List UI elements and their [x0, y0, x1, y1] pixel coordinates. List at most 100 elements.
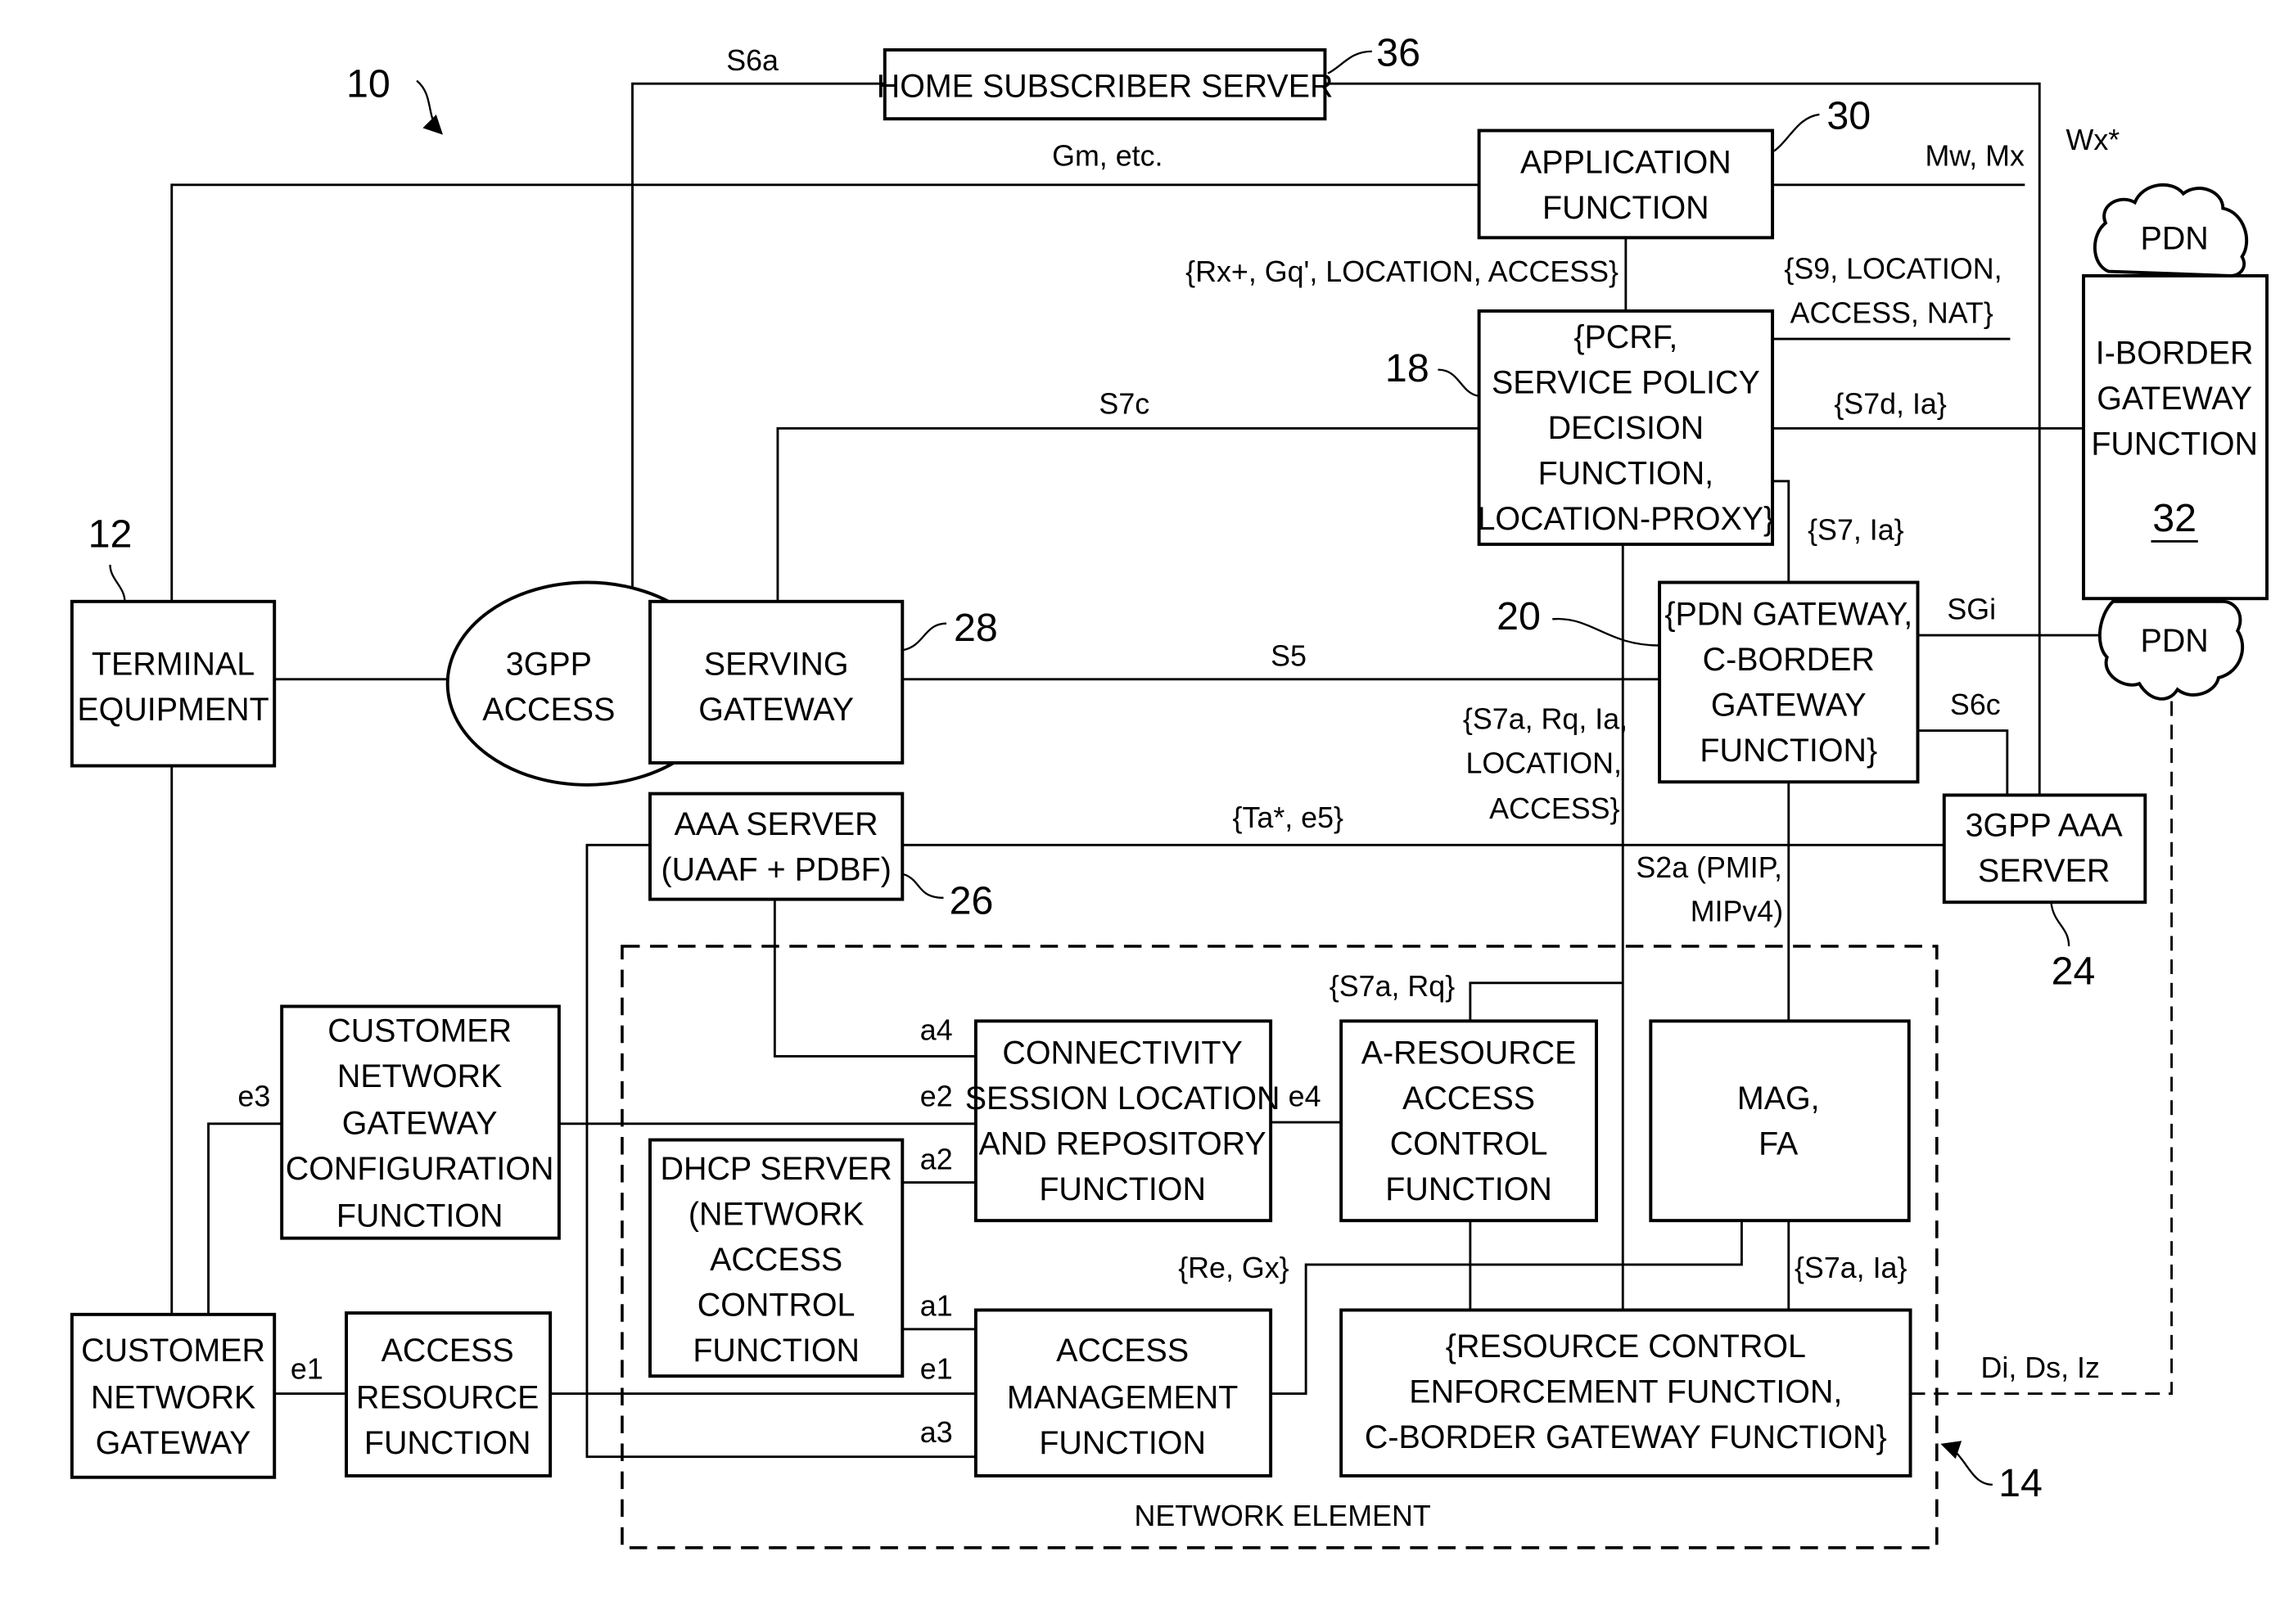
label-a4: a4: [920, 1014, 953, 1047]
box-label: MANAGEMENT: [1007, 1380, 1238, 1416]
ref-12-leader: [109, 564, 126, 602]
ref-36: 36: [1376, 31, 1420, 75]
ref-number-32: 32: [2152, 496, 2196, 540]
label-ta-e5: {Ta*, e5}: [1233, 801, 1344, 834]
link-di-ds-iz: [1910, 670, 2173, 1396]
ref-14: 14: [1998, 1461, 2043, 1505]
ref-30-leader: [1773, 113, 1820, 152]
box-label: DECISION: [1548, 410, 1704, 446]
ref-28-leader: [903, 622, 947, 652]
box-label: I-BORDER: [2096, 335, 2254, 371]
box-label: EQUIPMENT: [77, 692, 269, 728]
ref-18: 18: [1385, 346, 1429, 390]
label-s7d: {S7d, Ia}: [1834, 387, 1947, 420]
box-label: GATEWAY: [698, 692, 854, 728]
terminal-equipment-box[interactable]: TERMINAL EQUIPMENT: [70, 599, 277, 768]
access-resource-function-box[interactable]: ACCESS RESOURCE FUNCTION: [345, 1311, 553, 1477]
label-s6c: S6c: [1950, 688, 2001, 721]
box-label: SERVING: [704, 646, 849, 682]
ref-24-leader: [2050, 903, 2070, 947]
pdn-cloud-top[interactable]: PDN: [2093, 183, 2249, 277]
pdn-gateway-box[interactable]: {PDN GATEWAY, C-BORDER GATEWAY FUNCTION}: [1658, 580, 1920, 784]
i-border-gateway-box[interactable]: I-BORDER GATEWAY FUNCTION 32: [2082, 273, 2269, 601]
box-label: FUNCTION: [1385, 1171, 1552, 1207]
label-e1-inner: e1: [920, 1353, 953, 1386]
label-di-ds-iz: Di, Ds, Iz: [1981, 1351, 2100, 1384]
label-re-gx: {Re, Gx}: [1178, 1252, 1289, 1284]
box-label: FUNCTION: [1542, 190, 1709, 226]
box-label: CONTROL: [698, 1288, 856, 1324]
box-label: C-BORDER: [1703, 642, 1875, 678]
link-gm: [170, 183, 1479, 602]
label-a1: a1: [920, 1290, 953, 1323]
box-label: {PCRF,: [1573, 319, 1677, 355]
box-label: 3GPP AAA: [1966, 808, 2124, 844]
box-label: ACCESS: [382, 1333, 514, 1369]
aaa-server-box[interactable]: AAA SERVER (UAAF + PDBF): [648, 792, 905, 901]
home-subscriber-server-box[interactable]: HOME SUBSCRIBER SERVER: [877, 47, 1334, 121]
label-s7: {S7, Ia}: [1808, 514, 1904, 547]
ref-24: 24: [2052, 950, 2096, 994]
label-rx: {Rx+, Gq', LOCATION, ACCESS}: [1185, 255, 1619, 288]
link-s7a-rq: [1469, 981, 1623, 1022]
ref-14-arrow: [1940, 1441, 1993, 1486]
box-label: C-BORDER GATEWAY FUNCTION}: [1365, 1419, 1887, 1455]
cngcf-box[interactable]: CUSTOMER NETWORK GATEWAY CONFIGURATION F…: [280, 1004, 561, 1240]
label-s5: S5: [1271, 640, 1307, 673]
box-label: (UAAF + PDBF): [661, 851, 891, 887]
box-label: NETWORK: [91, 1380, 255, 1416]
box-label: FUNCTION,: [1538, 455, 1714, 491]
box-label: SESSION LOCATION: [965, 1080, 1280, 1116]
label-s2a-2: MIPv4): [1691, 895, 1783, 928]
box-label: ACCESS: [1056, 1333, 1189, 1369]
box-label: (NETWORK: [689, 1197, 865, 1233]
box-label: APPLICATION: [1520, 144, 1731, 180]
label-s7a-rq-ia-2: LOCATION,: [1465, 747, 1621, 780]
pdn-label: PDN: [2141, 623, 2209, 659]
box-label: FUNCTION: [1039, 1425, 1206, 1461]
box-label: FUNCTION: [1039, 1171, 1206, 1207]
ref-10: 10: [346, 61, 391, 106]
box-label: FUNCTION: [364, 1425, 531, 1461]
label-s7a-rq: {S7a, Rq}: [1330, 970, 1455, 1003]
box-label: FUNCTION: [336, 1198, 503, 1234]
dhcp-server-box[interactable]: DHCP SERVER (NETWORK ACCESS CONTROL FUNC…: [648, 1138, 905, 1378]
box-label: SERVER: [1978, 853, 2110, 889]
access-management-function-box[interactable]: ACCESS MANAGEMENT FUNCTION: [973, 1308, 1273, 1477]
mag-fa-box[interactable]: MAG, FA: [1649, 1019, 1911, 1223]
box-label: ACCESS: [482, 692, 615, 728]
ref-18-leader: [1438, 368, 1479, 398]
label-e2: e2: [920, 1080, 953, 1112]
box-label: CUSTOMER: [81, 1333, 265, 1369]
3gpp-aaa-server-box[interactable]: 3GPP AAA SERVER: [1942, 793, 2147, 904]
box-label: GATEWAY: [96, 1425, 251, 1461]
ref-10-arrow: [416, 79, 444, 135]
serving-gateway-box[interactable]: SERVING GATEWAY: [648, 599, 905, 765]
box-label: TERMINAL: [92, 646, 255, 682]
rcef-box[interactable]: {RESOURCE CONTROL ENFORCEMENT FUNCTION, …: [1339, 1308, 1912, 1477]
box-label: CONTROL: [1390, 1126, 1548, 1162]
box-label: GATEWAY: [342, 1105, 498, 1141]
box-label: FUNCTION: [2091, 426, 2258, 462]
pdn-cloud-middle[interactable]: PDN: [2097, 599, 2245, 701]
label-gm: Gm, etc.: [1052, 140, 1163, 173]
box-label: DHCP SERVER: [661, 1151, 892, 1187]
link-s7: [1772, 480, 1790, 583]
label-e3: e3: [237, 1080, 270, 1112]
application-function-box[interactable]: APPLICATION FUNCTION: [1477, 129, 1775, 240]
link-s7c: [776, 426, 1479, 602]
label-s7a-ia: {S7a, Ia}: [1795, 1252, 1908, 1284]
box-label: FUNCTION: [693, 1333, 860, 1369]
label-sgi: SGi: [1947, 593, 1996, 625]
label-s7a-rq-ia-3: ACCESS}: [1489, 792, 1619, 825]
box-label: A-RESOURCE: [1361, 1035, 1577, 1071]
connectivity-session-location-box[interactable]: CONNECTIVITY SESSION LOCATION AND REPOSI…: [965, 1019, 1280, 1223]
network-architecture-diagram: HOME SUBSCRIBER SERVER APPLICATION FUNCT…: [70, 31, 2269, 1550]
ref-30: 30: [1826, 94, 1871, 138]
box-label: CUSTOMER: [327, 1013, 512, 1049]
a-racf-box[interactable]: A-RESOURCE ACCESS CONTROL FUNCTION: [1339, 1019, 1598, 1223]
pcrf-box[interactable]: {PCRF, SERVICE POLICY DECISION FUNCTION,…: [1477, 309, 1774, 546]
box-label: SERVICE POLICY: [1492, 364, 1760, 400]
customer-network-gateway-box[interactable]: CUSTOMER NETWORK GATEWAY: [70, 1312, 277, 1479]
ref-28: 28: [954, 606, 998, 650]
